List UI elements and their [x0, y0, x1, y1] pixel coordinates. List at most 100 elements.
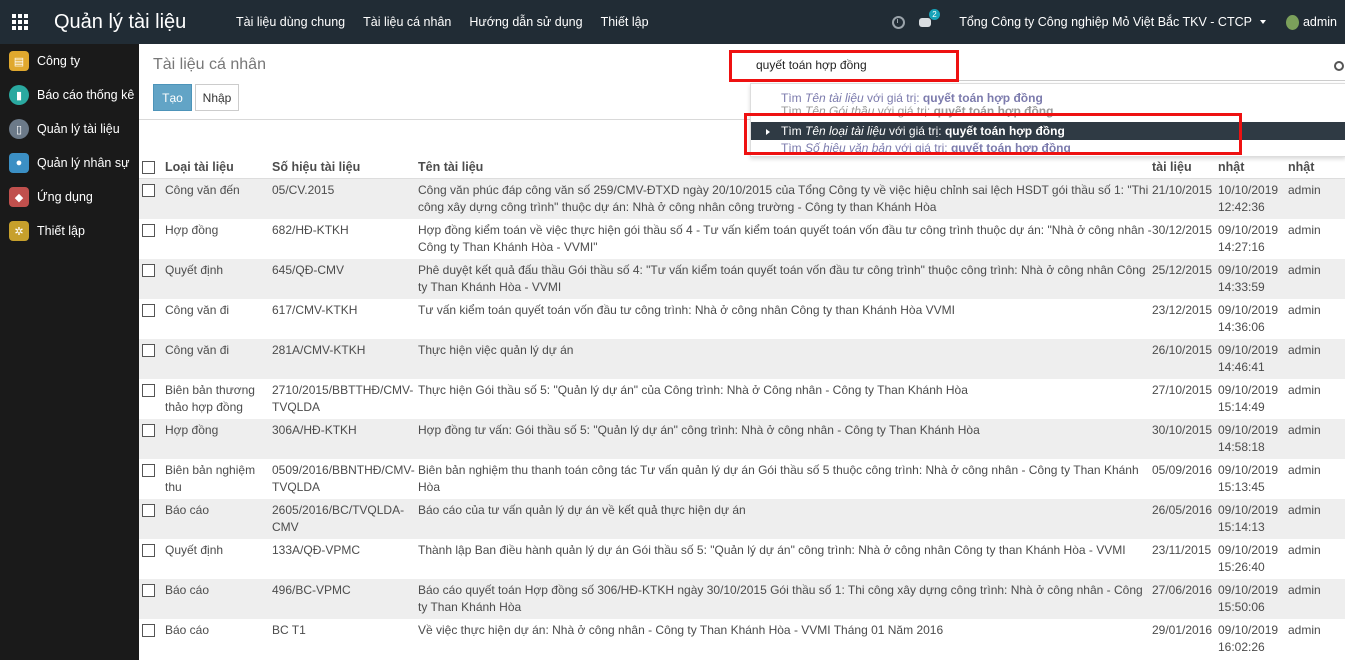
- updated-at-cell: 09/10/2019 15:14:49: [1218, 383, 1279, 414]
- doc-date-cell: 05/09/2016: [1152, 463, 1213, 477]
- sidebar-item-hr[interactable]: ● Quản lý nhân sự: [0, 146, 139, 180]
- doc-date-cell: 30/12/2015: [1152, 223, 1213, 237]
- doc-type-cell: Báo cáo: [165, 623, 210, 637]
- user-menu[interactable]: admin: [1303, 15, 1337, 29]
- updated-by-cell: admin: [1288, 583, 1321, 597]
- column-header[interactable]: nhật: [1288, 160, 1345, 174]
- updated-by-cell: admin: [1288, 623, 1321, 637]
- doc-code-cell: 0509/2016/BBNTHĐ/CMV-TVQLDA: [272, 463, 415, 494]
- doc-date-cell: 21/10/2015: [1152, 183, 1213, 197]
- doc-code-cell: 496/BC-VPMC: [272, 583, 351, 597]
- table-row[interactable]: Biên bản thương thảo hợp đồng 2710/2015/B…: [139, 379, 1345, 419]
- app-switcher-icon[interactable]: [0, 0, 40, 44]
- doc-type-cell: Công văn đến: [165, 183, 240, 197]
- menu-settings[interactable]: Thiết lập: [601, 15, 649, 29]
- row-checkbox[interactable]: [142, 344, 155, 357]
- main-content: Tài liệu cá nhân Tạo Nhập Tìm Tên tài li…: [139, 44, 1345, 660]
- table-row[interactable]: Biên bản nghiệm thu 0509/2016/BBNTHĐ/CMV-…: [139, 459, 1345, 499]
- row-checkbox[interactable]: [142, 264, 155, 277]
- sidebar-item-settings[interactable]: ✲ Thiết lập: [0, 214, 139, 248]
- column-header[interactable]: Loại tài liệu: [165, 160, 272, 174]
- create-button[interactable]: Tạo: [153, 84, 192, 111]
- column-header[interactable]: Số hiệu tài liệu: [272, 160, 418, 174]
- table-row[interactable]: Báo cáo BC T1 Về việc thực hiện dự án: Nhà…: [139, 619, 1345, 659]
- doc-name-cell: Báo cáo quyết toán Hợp đồng số 306/HĐ-KT…: [418, 583, 1143, 614]
- table-row[interactable]: Quyết định 133A/QĐ-VPMC Thành lập Ban điều…: [139, 539, 1345, 579]
- table-row[interactable]: Báo cáo 2605/2016/BC/TVQLDA-CMV Báo cáo củ…: [139, 499, 1345, 539]
- avatar[interactable]: [1285, 14, 1299, 30]
- updated-at-cell: 10/10/2019 12:42:36: [1218, 183, 1279, 214]
- doc-code-cell: 281A/CMV-KTKH: [272, 343, 366, 357]
- sidebar-item-company[interactable]: ▤ Công ty: [0, 44, 139, 78]
- row-checkbox[interactable]: [142, 224, 155, 237]
- doc-type-cell: Công văn đi: [165, 343, 230, 357]
- doc-name-cell: Biên bản nghiệm thu thanh toán công tác …: [418, 463, 1139, 494]
- search-highlight-box: [729, 50, 959, 82]
- updated-at-cell: 09/10/2019 15:50:06: [1218, 583, 1279, 614]
- sidebar-item-reports[interactable]: ▮ Báo cáo thống kê: [0, 78, 139, 112]
- import-button[interactable]: Nhập: [195, 84, 239, 111]
- doc-code-cell: 2605/2016/BC/TVQLDA-CMV: [272, 503, 405, 534]
- sidebar-item-label: Quản lý tài liệu: [37, 122, 120, 136]
- table-row[interactable]: Hợp đồng 306A/HĐ-KTKH Hợp đồng tư vấn: Gói…: [139, 419, 1345, 459]
- table-row[interactable]: Báo cáo 496/BC-VPMC Báo cáo quyết toán Hợp…: [139, 579, 1345, 619]
- table-row[interactable]: Công văn đến 05/CV.2015 Công văn phúc đáp …: [139, 179, 1345, 219]
- row-checkbox[interactable]: [142, 424, 155, 437]
- sidebar-item-documents[interactable]: ▯ Quản lý tài liệu: [0, 112, 139, 146]
- menu-personal-docs[interactable]: Tài liệu cá nhân: [363, 15, 451, 29]
- table-row[interactable]: Công văn đi 617/CMV-KTKH Tư vấn kiểm toán …: [139, 299, 1345, 339]
- table-body: Công văn đến 05/CV.2015 Công văn phúc đáp …: [139, 179, 1345, 659]
- updated-at-cell: 09/10/2019 15:13:45: [1218, 463, 1279, 494]
- updated-at-cell: 09/10/2019 14:33:59: [1218, 263, 1279, 294]
- doc-date-cell: 25/12/2015: [1152, 263, 1213, 277]
- row-checkbox[interactable]: [142, 584, 155, 597]
- menu-shared-docs[interactable]: Tài liệu dùng chung: [236, 15, 345, 29]
- document-icon: ▯: [9, 119, 29, 139]
- updated-at-cell: 09/10/2019 15:14:13: [1218, 503, 1279, 534]
- doc-name-cell: Tư vấn kiểm toán quyết toán vốn đầu tư c…: [418, 303, 955, 317]
- doc-code-cell: BC T1: [272, 623, 306, 637]
- row-checkbox[interactable]: [142, 624, 155, 637]
- row-checkbox[interactable]: [142, 464, 155, 477]
- row-checkbox[interactable]: [142, 504, 155, 517]
- chart-icon: ▮: [9, 85, 29, 105]
- company-icon: ▤: [9, 51, 29, 71]
- doc-code-cell: 133A/QĐ-VPMC: [272, 543, 361, 557]
- people-icon: ●: [9, 153, 29, 173]
- row-checkbox[interactable]: [142, 544, 155, 557]
- chevron-down-icon[interactable]: [1259, 20, 1266, 24]
- doc-name-cell: Thực hiện Gói thầu số 5: "Quản lý dự án"…: [418, 383, 968, 397]
- updated-at-cell: 09/10/2019 14:46:41: [1218, 343, 1279, 374]
- menu-user-guide[interactable]: Hướng dẫn sử dụng: [469, 15, 582, 29]
- column-header[interactable]: tài liệu: [1152, 160, 1218, 174]
- doc-date-cell: 27/10/2015: [1152, 383, 1213, 397]
- column-header[interactable]: Tên tài liệu: [418, 160, 1152, 174]
- chat-count-badge: 2: [929, 9, 940, 20]
- table-row[interactable]: Quyết định 645/QĐ-CMV Phê duyệt kết quả đấ…: [139, 259, 1345, 299]
- autocomplete-item[interactable]: Tìm Tên tài liệu với giá trị: quyết toán…: [751, 90, 1345, 106]
- doc-code-cell: 682/HĐ-KTKH: [272, 223, 349, 237]
- table-row[interactable]: Công văn đi 281A/CMV-KTKH Thực hiện việc q…: [139, 339, 1345, 379]
- search-icon[interactable]: [1334, 61, 1344, 71]
- row-checkbox[interactable]: [142, 384, 155, 397]
- app-title[interactable]: Quản lý tài liệu: [54, 11, 236, 34]
- table-header: Loại tài liệu Số hiệu tài liệu Tên tài l…: [139, 156, 1345, 179]
- row-checkbox[interactable]: [142, 304, 155, 317]
- sidebar-item-apps[interactable]: ◆ Ứng dụng: [0, 180, 139, 214]
- updated-by-cell: admin: [1288, 343, 1321, 357]
- updated-by-cell: admin: [1288, 263, 1321, 277]
- doc-date-cell: 23/11/2015: [1152, 543, 1212, 557]
- activity-clock-icon[interactable]: [892, 15, 906, 29]
- sidebar-item-label: Báo cáo thống kê: [37, 88, 135, 102]
- doc-name-cell: Phê duyệt kết quả đấu thầu Gói thầu số 4…: [418, 263, 1146, 294]
- updated-by-cell: admin: [1288, 303, 1321, 317]
- updated-by-cell: admin: [1288, 423, 1321, 437]
- table-row[interactable]: Hợp đồng 682/HĐ-KTKH Hợp đồng kiểm toán về…: [139, 219, 1345, 259]
- select-all-checkbox[interactable]: [142, 160, 155, 174]
- company-switcher[interactable]: Tổng Công ty Công nghiệp Mỏ Việt Bắc TKV…: [959, 15, 1252, 29]
- doc-name-cell: Báo cáo của tư vấn quản lý dự án về kết …: [418, 503, 746, 517]
- row-checkbox[interactable]: [142, 184, 155, 197]
- autocomplete-highlight-box: [744, 113, 1242, 155]
- column-header[interactable]: nhật: [1218, 160, 1288, 174]
- chat-icon[interactable]: 2: [919, 9, 940, 29]
